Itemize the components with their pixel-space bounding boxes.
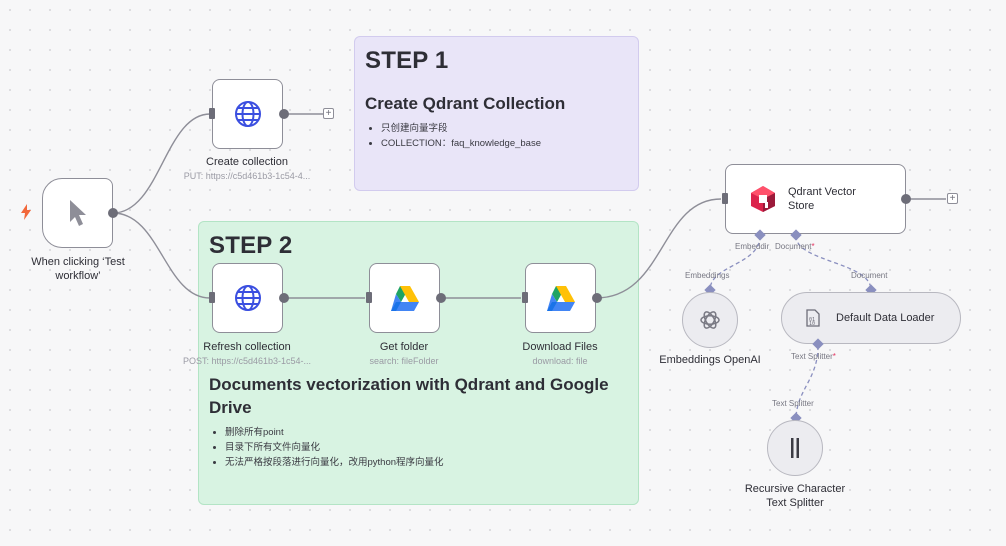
create-collection-subtitle: PUT: https://c5d461b3-1c54-4... [183, 171, 311, 181]
recursive-splitter-node[interactable] [767, 420, 823, 476]
qdrant-vector-store-label: Qdrant Vector Store [788, 186, 856, 212]
trigger-bolt-icon [21, 204, 31, 220]
globe-icon [234, 101, 261, 127]
get-folder-subtitle: search: fileFolder [369, 356, 439, 366]
refresh-collection-output-handle[interactable] [279, 293, 289, 303]
embeddings-openai-label: Embeddings OpenAI [659, 354, 761, 366]
step2-bullet: 删除所有point [225, 425, 628, 440]
step1-bullet: COLLECTION：faq_knowledge_base [381, 136, 628, 151]
refresh-collection-input-handle[interactable] [209, 292, 215, 303]
default-data-loader-label: Default Data Loader [836, 312, 935, 324]
get-folder-output-handle[interactable] [436, 293, 446, 303]
splitter-icon [791, 438, 799, 458]
step1-bullet: 只创建向量字段 [381, 121, 628, 136]
qdrant-vector-store-node[interactable]: Qdrant Vector Store [725, 164, 906, 234]
step1-sticky-note[interactable]: STEP 1 Create Qdrant Collection 只创建向量字段 … [354, 36, 639, 191]
step2-bullet: 目录下所有文件向量化 [225, 440, 628, 455]
add-node-plus-icon[interactable]: + [947, 193, 958, 204]
get-folder-node[interactable] [369, 263, 440, 333]
step2-bullets: 删除所有point 目录下所有文件向量化 无法严格按段落进行向量化，改用pyth… [209, 425, 628, 470]
qdrant-input-handle[interactable] [722, 193, 728, 204]
qdrant-output-handle[interactable] [901, 194, 911, 204]
download-files-subtitle: download: file [532, 356, 588, 366]
add-node-plus-icon[interactable]: + [323, 108, 334, 119]
embeddings-openai-node[interactable] [682, 292, 738, 348]
download-files-input-handle[interactable] [522, 292, 528, 303]
trigger-output-handle[interactable] [108, 208, 118, 218]
step1-bullets: 只创建向量字段 COLLECTION：faq_knowledge_base [365, 121, 628, 151]
document-icon: 01 10 [806, 309, 820, 327]
svg-text:10: 10 [809, 321, 815, 327]
qdrant-document-port-label: Document* [775, 242, 815, 251]
download-files-label: Download Files [522, 341, 598, 353]
create-collection-label: Create collection [206, 156, 288, 168]
splitter-port-label: Text Splitter [772, 399, 814, 408]
step2-bullet: 无法严格按段落进行向量化，改用python程序向量化 [225, 455, 628, 470]
step1-heading: STEP 1 [365, 47, 449, 74]
workflow-canvas[interactable]: STEP 1 Create Qdrant Collection 只创建向量字段 … [0, 0, 1006, 546]
loader-text-splitter-port-label: Text Splitter* [791, 352, 836, 361]
trigger-label: When clicking ‘Test workflow’ [31, 256, 125, 282]
create-collection-node[interactable] [212, 79, 283, 149]
step2-heading: STEP 2 [209, 232, 293, 259]
get-folder-input-handle[interactable] [366, 292, 372, 303]
step2-title: Documents vectorization with Qdrant and … [209, 375, 609, 417]
download-files-output-handle[interactable] [592, 293, 602, 303]
trigger-node[interactable] [42, 178, 113, 248]
refresh-collection-node[interactable] [212, 263, 283, 333]
refresh-collection-label: Refresh collection [203, 341, 291, 353]
refresh-collection-subtitle: POST: https://c5d461b3-1c54-... [182, 356, 312, 366]
cursor-icon [69, 200, 86, 226]
qdrant-embedding-port-label: Embeddir [735, 242, 770, 251]
google-drive-icon [546, 285, 575, 311]
step1-title: Create Qdrant Collection [365, 94, 566, 113]
embeddings-port-label: Embeddings [685, 271, 730, 280]
get-folder-label: Get folder [379, 341, 429, 353]
recursive-splitter-label: Recursive Character Text Splitter [744, 483, 846, 509]
download-files-node[interactable] [525, 263, 596, 333]
loader-document-port-label: Document [851, 271, 888, 280]
openai-icon [700, 311, 720, 329]
globe-icon [234, 285, 261, 311]
create-collection-output-handle[interactable] [279, 109, 289, 119]
default-data-loader-node[interactable]: 01 10 Default Data Loader [781, 292, 961, 344]
create-collection-input-handle[interactable] [209, 108, 215, 119]
google-drive-icon [390, 285, 419, 311]
qdrant-icon [751, 186, 775, 212]
